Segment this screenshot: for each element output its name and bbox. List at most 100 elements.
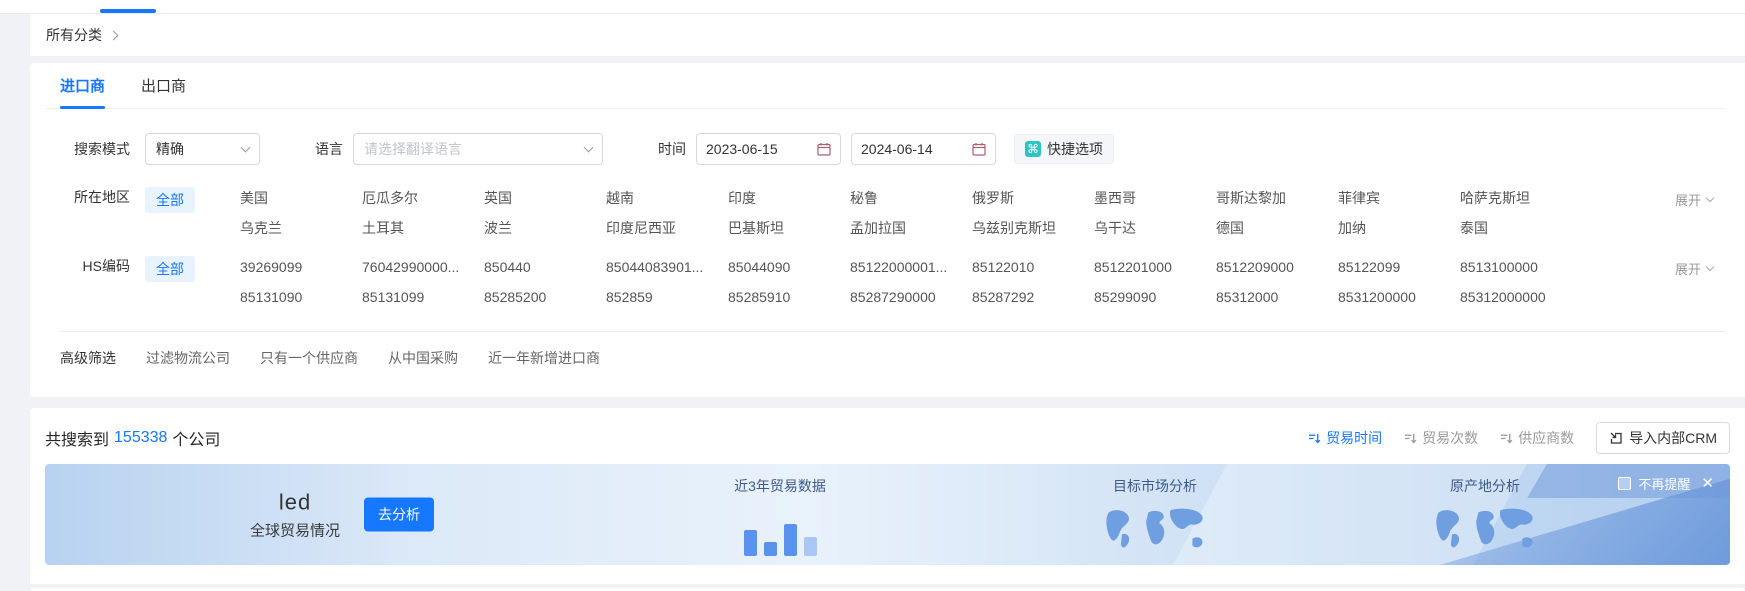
hs-code-item[interactable]: 85299090 [1094,286,1216,309]
sort-icon [1404,432,1417,445]
dont-remind-label: 不再提醒 [1638,474,1690,493]
banner-section-trade-data: 近3年贸易数据 [690,476,870,556]
page: 所有分类 进口商 出口商 搜索模式 精确 语言 请选择翻译语言 时间 2023-… [0,0,1745,591]
results-count-number[interactable]: 155338 [114,429,167,447]
hs-code-filter-row: HS编码 全部 3926909976042990000...8504408504… [45,256,1725,309]
region-item[interactable]: 俄罗斯 [972,187,1094,210]
advanced-filter-label: 高级筛选 [60,348,116,368]
sort-option[interactable]: 贸易时间 [1308,428,1382,448]
hs-code-list-row1: 3926909976042990000...85044085044083901.… [240,256,1590,279]
dont-remind-checkbox[interactable] [1618,477,1631,490]
advanced-option[interactable]: 过滤物流公司 [146,348,230,368]
chevron-down-icon [1706,263,1714,271]
banner-section-target-market: 目标市场分析 [1065,476,1245,561]
hs-code-item[interactable]: 850440 [484,256,606,279]
region-item[interactable]: 印度 [728,187,850,210]
region-item[interactable]: 哈萨克斯坦 [1460,187,1590,210]
region-item[interactable]: 墨西哥 [1094,187,1216,210]
hs-code-item[interactable]: 852859 [606,286,728,309]
banner-section-title: 近3年贸易数据 [690,476,870,496]
hs-code-item[interactable]: 85312000000 [1460,286,1590,309]
region-item[interactable]: 巴基斯坦 [728,217,850,240]
hs-code-item[interactable]: 85044090 [728,256,850,279]
active-top-tab-underline [100,9,156,13]
region-item[interactable]: 波兰 [484,217,606,240]
banner-keyword-block: led 全球贸易情况 去分析 [250,489,434,540]
region-expand-link[interactable]: 展开 [1675,190,1713,209]
search-mode-select[interactable]: 精确 [145,133,260,165]
tab-bar: 进口商 出口商 [45,63,1725,109]
expand-label: 展开 [1675,190,1701,209]
sort-icon [1308,432,1321,445]
region-item[interactable]: 乌干达 [1094,217,1216,240]
hs-code-item[interactable]: 85285910 [728,286,850,309]
region-item[interactable]: 美国 [240,187,362,210]
region-item[interactable]: 土耳其 [362,217,484,240]
hs-code-item[interactable]: 85044083901... [606,256,728,279]
banner-section-title: 目标市场分析 [1065,476,1245,496]
sort-option[interactable]: 供应商数 [1500,428,1574,448]
region-all-chip[interactable]: 全部 [145,187,195,213]
hs-code-item[interactable]: 85131099 [362,286,484,309]
import-crm-label: 导入内部CRM [1629,428,1717,448]
region-item[interactable]: 乌克兰 [240,217,362,240]
language-label: 语言 [315,139,343,159]
region-item[interactable]: 加纳 [1338,217,1460,240]
hs-code-item[interactable]: 76042990000... [362,256,484,279]
region-item[interactable]: 泰国 [1460,217,1590,240]
sort-option[interactable]: 贸易次数 [1404,428,1478,448]
hs-code-item[interactable]: 85122099 [1338,256,1460,279]
hs-code-item[interactable]: 85287290000 [850,286,972,309]
breadcrumb[interactable]: 所有分类 [46,25,117,45]
region-item[interactable]: 德国 [1216,217,1338,240]
analyze-button[interactable]: 去分析 [364,498,434,532]
region-item[interactable]: 越南 [606,187,728,210]
tab-exporters[interactable]: 出口商 [141,63,186,108]
language-select[interactable]: 请选择翻译语言 [353,133,603,165]
hs-code-expand-link[interactable]: 展开 [1675,259,1713,278]
import-crm-button[interactable]: 导入内部CRM [1596,422,1730,454]
chevron-down-icon [241,143,251,153]
hs-code-item[interactable]: 85312000 [1216,286,1338,309]
advanced-option[interactable]: 近一年新增进口商 [488,348,600,368]
calendar-icon [817,142,831,156]
region-item[interactable]: 菲律宾 [1338,187,1460,210]
advanced-options: 过滤物流公司 只有一个供应商 从中国采购 近一年新增进口商 [146,348,600,368]
results-count-prefix: 共搜索到 [45,426,109,450]
hs-code-item[interactable]: 8531200000 [1338,286,1460,309]
search-mode-label: 搜索模式 [45,139,130,159]
hs-code-item[interactable]: 8513100000 [1460,256,1590,279]
start-date-input[interactable]: 2023-06-15 [696,133,841,165]
region-item[interactable]: 印度尼西亚 [606,217,728,240]
advanced-option[interactable]: 从中国采购 [388,348,458,368]
region-item[interactable]: 厄瓜多尔 [362,187,484,210]
quick-options-button[interactable]: ⌘ 快捷选项 [1014,134,1114,164]
filter-card: 进口商 出口商 搜索模式 精确 语言 请选择翻译语言 时间 2023-06-15… [30,63,1745,397]
advanced-option[interactable]: 只有一个供应商 [260,348,358,368]
end-date-input[interactable]: 2024-06-14 [851,133,996,165]
hs-code-all-chip[interactable]: 全部 [145,256,195,282]
hs-code-item[interactable]: 8512201000 [1094,256,1216,279]
region-item[interactable]: 英国 [484,187,606,210]
search-options-row: 搜索模式 精确 语言 请选择翻译语言 时间 2023-06-15 2024-06… [45,133,1725,165]
hs-code-item[interactable]: 85285200 [484,286,606,309]
tab-importers[interactable]: 进口商 [60,63,105,108]
search-mode-value: 精确 [156,139,184,159]
language-placeholder: 请选择翻译语言 [364,139,462,159]
region-item[interactable]: 秘鲁 [850,187,972,210]
breadcrumb-label: 所有分类 [46,25,102,45]
hs-code-item[interactable]: 85131090 [240,286,362,309]
region-item[interactable]: 乌兹别克斯坦 [972,217,1094,240]
region-item[interactable]: 孟加拉国 [850,217,972,240]
hs-code-item[interactable]: 85122000001... [850,256,972,279]
hs-code-label: HS编码 [45,256,130,276]
world-map-graphic [1100,504,1210,556]
hs-code-item[interactable]: 85287292 [972,286,1094,309]
hs-code-item[interactable]: 39269099 [240,256,362,279]
close-icon[interactable]: ✕ [1701,476,1714,491]
sort-option-label: 贸易时间 [1326,428,1382,448]
region-item[interactable]: 哥斯达黎加 [1216,187,1338,210]
hs-code-item[interactable]: 8512209000 [1216,256,1338,279]
hs-code-item[interactable]: 85122010 [972,256,1094,279]
advanced-filter-row: 高级筛选 过滤物流公司 只有一个供应商 从中国采购 近一年新增进口商 [45,348,1725,368]
